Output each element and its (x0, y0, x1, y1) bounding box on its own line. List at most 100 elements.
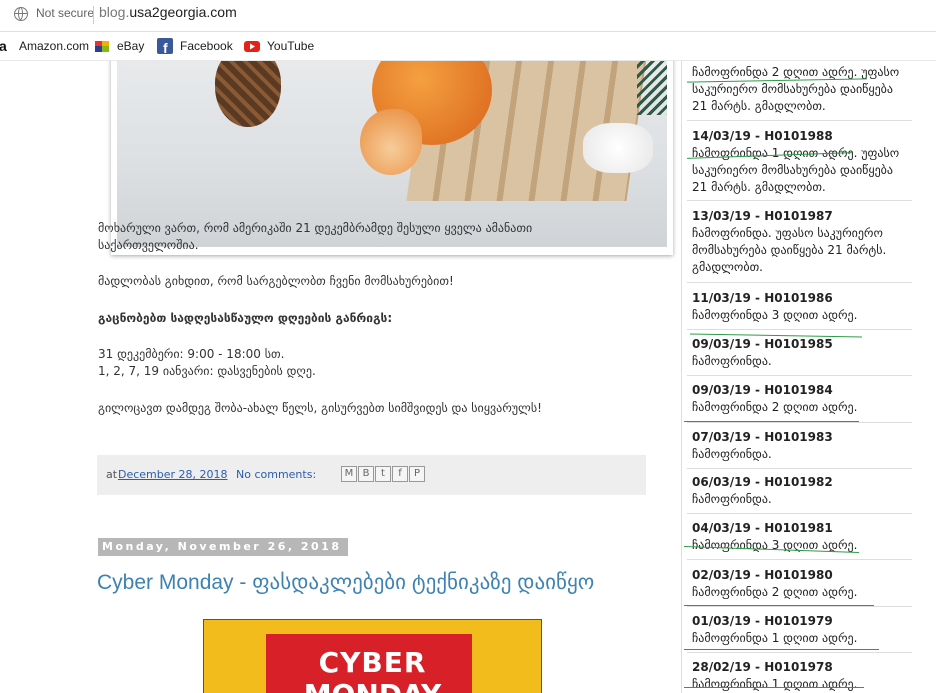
sidebar-entry: 07/03/19 - H0101983 ჩამოფრინდა. (692, 429, 920, 463)
entry-line: ჩამოფრინდა 3 დღით ადრე. (692, 308, 858, 322)
post-title-link[interactable]: Cyber Monday - ფასდაკლებები ტექნიკაზე და… (97, 570, 594, 595)
entry-title: 07/03/19 - H0101983 (692, 430, 833, 444)
url-domain: usa2georgia.com (129, 4, 237, 20)
bookmark-label: YouTube (267, 39, 315, 53)
post-paragraph: მოხარული ვართ, რომ ამერიკაში 21 დეკემბრა… (98, 220, 532, 254)
sidebar-entry: 02/03/19 - H0101980 ჩამოფრინდა 2 დღით ად… (692, 567, 920, 601)
entry-divider (687, 282, 912, 283)
bookmark-ebay[interactable]: eBay (94, 38, 144, 54)
peeled-tangerine-graphic (360, 109, 422, 175)
entry-title: 04/03/19 - H0101981 (692, 521, 833, 535)
url-subdomain: blog. (99, 4, 130, 20)
schedule-list: 31 დეკემბერი: 9:00 - 18:00 სთ. 1, 2, 7, … (98, 346, 316, 380)
entry-line: 21 მარტს. გმადლობთ. (692, 180, 826, 194)
globe-icon (14, 7, 28, 21)
post-paragraph: მადლობას გიხდით, რომ სარგებლობთ ჩვენი მო… (98, 274, 454, 288)
underline-mark (684, 687, 864, 688)
blogger-icon[interactable]: B (358, 466, 374, 482)
facebook-icon: f (157, 38, 173, 56)
post-date-link[interactable]: December 28, 2018 (118, 468, 228, 481)
bookmark-label: Amazon.com (19, 39, 90, 53)
twitter-icon[interactable]: t (375, 466, 391, 482)
entry-divider (687, 559, 912, 560)
post-footer: at December 28, 2018 No comments: M B t … (97, 455, 646, 495)
entry-line: ჩამოფრინდა 2 დღით ადრე. (692, 585, 858, 599)
sidebar-entry: 06/03/19 - H0101982 ჩამოფრინდა. (692, 474, 920, 508)
ebay-icon (94, 38, 110, 54)
youtube-icon (244, 38, 260, 54)
entry-divider (687, 468, 912, 469)
entry-divider (687, 513, 912, 514)
entry-title: 11/03/19 - H0101986 (692, 291, 833, 305)
entry-line: საკურიერო მომსახურება დაიწყება (692, 163, 893, 177)
banner-text-line1: CYBER (318, 646, 427, 679)
sidebar-entry: 11/03/19 - H0101986 ჩამოფრინდა 3 დღით ად… (692, 290, 920, 324)
sidebar-entry: 09/03/19 - H0101985 ჩამოფრინდა. (692, 336, 920, 370)
entry-line: ჩამოფრინდა. უფასო საკურიერო (692, 226, 883, 240)
fir-branch-graphic (637, 61, 667, 115)
entry-line: 21 მარტს. გმადლობთ. (692, 99, 826, 113)
svg-text:a: a (0, 38, 7, 54)
bookmark-facebook[interactable]: f Facebook (157, 38, 233, 56)
entry-divider (687, 606, 912, 607)
entry-line: საკურიერო მომსახურება დაიწყება (692, 82, 893, 96)
sidebar-entry: ჩამოფრინდა 2 დღით ადრე. უფასო საკურიერო … (692, 64, 920, 115)
share-buttons: M B t f P (341, 466, 425, 482)
footer-at: at (106, 468, 118, 481)
entry-title: 28/02/19 - H0101978 (692, 660, 833, 674)
entry-line: ჩამოფრინდა 2 დღით ადრე. უფასო (692, 65, 900, 79)
underline-mark (684, 649, 879, 650)
entry-divider (687, 120, 912, 121)
entry-line: ჩამოფრინდა. (692, 447, 772, 461)
sidebar-entry: 01/03/19 - H0101979 ჩამოფრინდა 1 დღით ად… (692, 613, 920, 647)
post-text-line: მოხარული ვართ, რომ ამერიკაში 21 დეკემბრა… (98, 221, 533, 235)
entry-line: ჩამოფრინდა 2 დღით ადრე. (692, 400, 858, 414)
entry-divider (687, 422, 912, 423)
entry-title: 09/03/19 - H0101984 (692, 383, 833, 397)
entry-line: ჩამოფრინდა. (692, 492, 772, 506)
entry-title: 01/03/19 - H0101979 (692, 614, 833, 628)
sidebar-entry: 14/03/19 - H0101988 ჩამოფრინდა 1 დღით ად… (692, 128, 920, 196)
cyber-monday-banner[interactable]: CYBER MONDAY (203, 619, 542, 693)
svg-text:f: f (163, 40, 168, 54)
pinecone-graphic (215, 61, 281, 127)
entry-title: 02/03/19 - H0101980 (692, 568, 833, 582)
pinterest-icon[interactable]: P (409, 466, 425, 482)
entry-line: მომსახურება დაიწყება 21 მარტს. (692, 243, 887, 257)
entry-line: ჩამოფრინდა 1 დღით ადრე. (692, 677, 858, 691)
comments-link[interactable]: No comments: (236, 468, 316, 481)
bookmark-youtube[interactable]: YouTube (244, 38, 314, 54)
amazon-icon: a (0, 38, 12, 54)
entry-divider (687, 375, 912, 376)
entry-title: 13/03/19 - H0101987 (692, 209, 833, 223)
divider (93, 6, 94, 24)
entry-divider (687, 200, 912, 201)
frost-graphic (583, 123, 653, 173)
url-text[interactable]: blog.usa2georgia.com (99, 4, 237, 20)
entry-line: ჩამოფრინდა 3 დღით ადრე. (692, 538, 858, 552)
page-content: მოხარული ვართ, რომ ამერიკაში 21 დეკემბრა… (0, 61, 936, 693)
bookmark-label: Facebook (180, 39, 233, 53)
sidebar-entry: 13/03/19 - H0101987 ჩამოფრინდა. უფასო სა… (692, 208, 920, 276)
date-header: Monday, November 26, 2018 (98, 538, 348, 556)
security-indicator[interactable]: Not secure (36, 6, 94, 20)
sidebar-entry: 09/03/19 - H0101984 ჩამოფრინდა 2 დღით ად… (692, 382, 920, 416)
entry-line: ჩამოფრინდა 1 დღით ადრე. (692, 631, 858, 645)
entry-divider (687, 652, 912, 653)
address-bar[interactable]: Not secure blog.usa2georgia.com (0, 0, 936, 32)
entry-title: 06/03/19 - H0101982 (692, 475, 833, 489)
sidebar: ჩამოფრინდა 2 დღით ადრე. უფასო საკურიერო … (681, 61, 922, 693)
post-text-line: საქართველოშია. (98, 238, 199, 252)
bookmarks-bar: a Amazon.com eBay f Facebook YouTube (0, 32, 936, 61)
bookmark-label: eBay (117, 39, 145, 53)
sidebar-entry: 04/03/19 - H0101981 ჩამოფრინდა 3 დღით ად… (692, 520, 920, 554)
bookmark-amazon[interactable]: a Amazon.com (0, 38, 89, 54)
schedule-line: 31 დეკემბერი: 9:00 - 18:00 სთ. (98, 347, 285, 361)
entry-title: 14/03/19 - H0101988 (692, 129, 833, 143)
entry-divider (687, 329, 912, 330)
facebook-icon[interactable]: f (392, 466, 408, 482)
banner-text-line2: MONDAY (204, 678, 541, 693)
entry-line: გმადლობთ. (692, 260, 763, 274)
email-icon[interactable]: M (341, 466, 357, 482)
entry-line: ჩამოფრინდა. (692, 354, 772, 368)
